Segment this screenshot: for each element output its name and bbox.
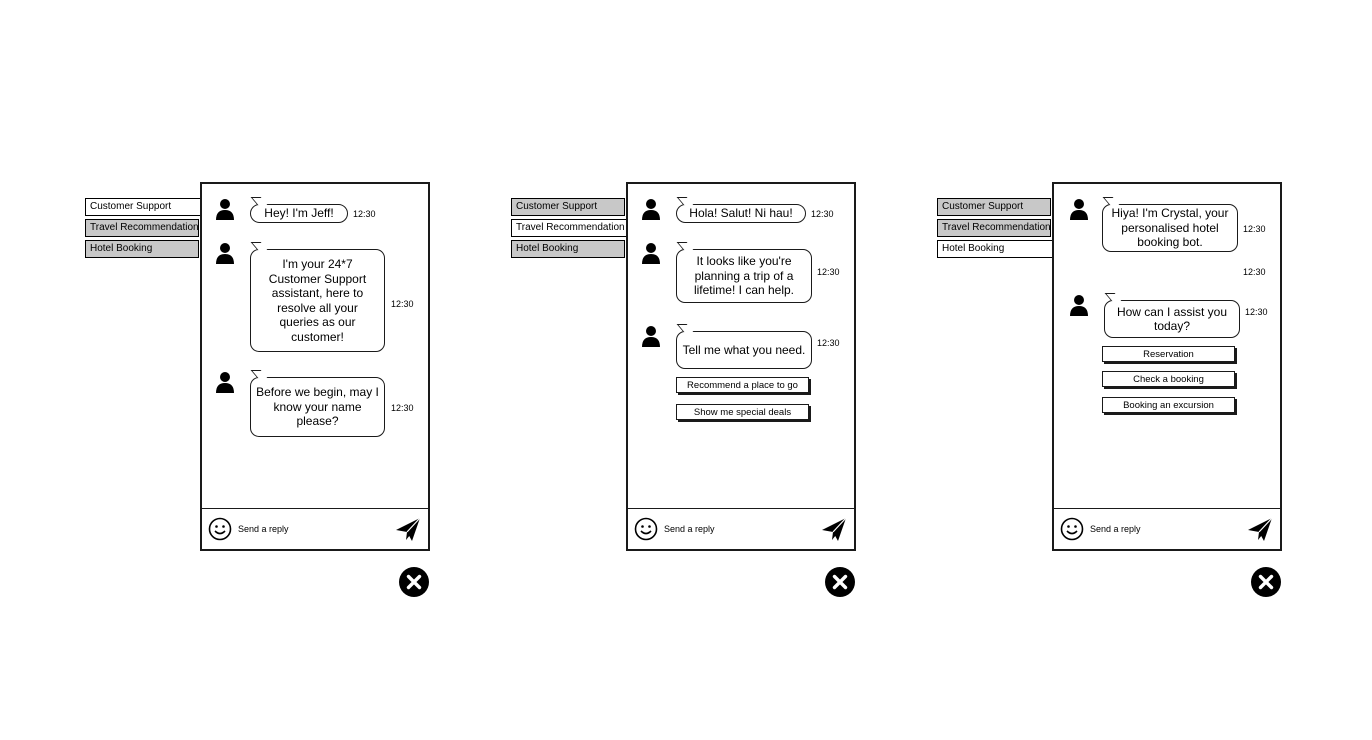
message-text: Tell me what you need. <box>682 342 806 357</box>
message-timestamp: 12:30 <box>1245 307 1268 317</box>
send-icon[interactable] <box>1246 515 1274 543</box>
chat-panel-hotel-booking: Customer Support Travel Recommendation H… <box>937 182 1367 602</box>
quick-reply-button[interactable]: Check a booking <box>1102 371 1235 387</box>
chat-window: Hey! I'm Jeff! 12:30 I'm your 24*7 Custo… <box>200 182 430 551</box>
bot-avatar-icon <box>642 326 660 347</box>
tab-hotel-booking[interactable]: Hotel Booking <box>85 240 199 258</box>
bot-avatar-icon <box>216 199 234 220</box>
reply-input[interactable] <box>1090 521 1230 537</box>
message-timestamp: 12:30 <box>391 299 414 309</box>
message-text: Hey! I'm Jeff! <box>264 206 334 221</box>
message-bubble: Hiya! I'm Crystal, your personalised hot… <box>1102 197 1238 252</box>
message-timestamp: 12:30 <box>1243 224 1266 234</box>
close-icon[interactable] <box>824 566 856 598</box>
close-icon[interactable] <box>398 566 430 598</box>
reply-input[interactable] <box>664 521 804 537</box>
tab-hotel-booking[interactable]: Hotel Booking <box>511 240 625 258</box>
bot-avatar-icon <box>642 199 660 220</box>
chat-window: Hiya! I'm Crystal, your personalised hot… <box>1052 182 1282 551</box>
bot-avatar-icon <box>642 243 660 264</box>
tab-travel-recommendation[interactable]: Travel Recommendation <box>85 219 199 237</box>
composer <box>202 508 428 549</box>
tab-customer-support[interactable]: Customer Support <box>511 198 625 216</box>
quick-reply-button[interactable]: Reservation <box>1102 346 1235 362</box>
bot-avatar-icon <box>216 243 234 264</box>
quick-reply-button[interactable]: Recommend a place to go <box>676 377 809 393</box>
emoji-icon[interactable] <box>1060 517 1084 541</box>
quick-reply-button[interactable]: Show me special deals <box>676 404 809 420</box>
send-icon[interactable] <box>394 515 422 543</box>
message-bubble: Hola! Salut! Ni hau! <box>676 197 806 223</box>
message-text: It looks like you're planning a trip of … <box>693 254 795 298</box>
message-bubble: Before we begin, may I know your name pl… <box>250 370 385 437</box>
message-timestamp: 12:30 <box>1243 267 1266 277</box>
message-text: How can I assist you today? <box>1116 304 1228 334</box>
send-icon[interactable] <box>820 515 848 543</box>
chat-panel-customer-support: Customer Support Travel Recommendation H… <box>85 182 515 602</box>
message-timestamp: 12:30 <box>811 209 834 219</box>
message-text: Before we begin, may I know your name pl… <box>256 385 379 429</box>
message-bubble: It looks like you're planning a trip of … <box>676 242 812 303</box>
composer <box>628 508 854 549</box>
bot-avatar-icon <box>1070 295 1088 316</box>
emoji-icon[interactable] <box>208 517 232 541</box>
tab-hotel-booking[interactable]: Hotel Booking <box>937 240 1053 258</box>
message-bubble: I'm your 24*7 Customer Support assistant… <box>250 242 385 352</box>
message-bubble: Tell me what you need. <box>676 324 812 369</box>
message-text: Hola! Salut! Ni hau! <box>689 206 793 221</box>
quick-reply-button[interactable]: Booking an excursion <box>1102 397 1235 413</box>
composer <box>1054 508 1280 549</box>
tab-travel-recommendation[interactable]: Travel Recommendation <box>937 219 1051 237</box>
message-timestamp: 12:30 <box>391 403 414 413</box>
tab-customer-support[interactable]: Customer Support <box>85 198 201 216</box>
bot-avatar-icon <box>216 372 234 393</box>
chat-window: Hola! Salut! Ni hau! 12:30 It looks like… <box>626 182 856 551</box>
message-text: I'm your 24*7 Customer Support assistant… <box>268 257 367 344</box>
message-timestamp: 12:30 <box>817 267 840 277</box>
message-text: Hiya! I'm Crystal, your personalised hot… <box>1111 206 1229 250</box>
bot-avatar-icon <box>1070 199 1088 220</box>
emoji-icon[interactable] <box>634 517 658 541</box>
message-timestamp: 12:30 <box>353 209 376 219</box>
chat-panel-travel-recommendation: Customer Support Travel Recommendation H… <box>511 182 941 602</box>
close-icon[interactable] <box>1250 566 1282 598</box>
tab-customer-support[interactable]: Customer Support <box>937 198 1051 216</box>
reply-input[interactable] <box>238 521 378 537</box>
message-timestamp: 12:30 <box>817 338 840 348</box>
tab-travel-recommendation[interactable]: Travel Recommendation <box>511 219 627 237</box>
message-bubble: How can I assist you today? <box>1104 293 1240 338</box>
message-bubble: Hey! I'm Jeff! <box>250 197 348 223</box>
